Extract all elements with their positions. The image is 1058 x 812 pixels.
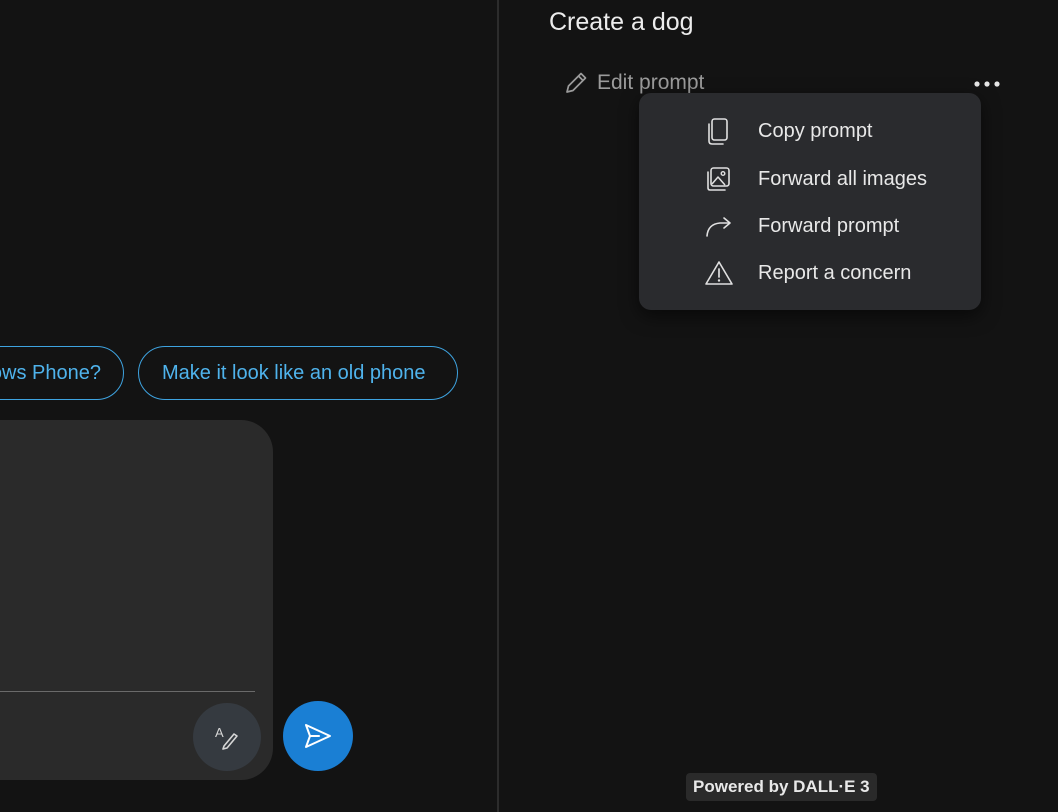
suggestion-chip[interactable]: ows Phone? <box>0 346 124 400</box>
menu-item-label: Forward all images <box>758 167 927 190</box>
menu-item-label: Copy prompt <box>758 119 873 142</box>
edit-prompt-label: Edit prompt <box>597 71 705 94</box>
send-button[interactable] <box>283 701 353 771</box>
page-title: Create a dog <box>549 8 694 36</box>
composer-divider <box>0 691 255 692</box>
image-creator-pane: Create a dog Edit prompt Copy prompt For… <box>499 0 1058 812</box>
pencil-icon <box>566 72 587 93</box>
images-icon <box>703 163 735 195</box>
chat-pane: ows Phone? Make it look like an old phon… <box>0 0 497 812</box>
suggestion-chip[interactable]: Make it look like an old phone <box>138 346 458 400</box>
text-style-icon: A <box>215 725 238 750</box>
menu-item-label: Report a concern <box>758 261 912 284</box>
warning-icon <box>703 257 735 289</box>
menu-item-forward-prompt[interactable]: Forward prompt <box>639 204 981 248</box>
copy-icon <box>703 115 735 147</box>
powered-by-badge: Powered by DALL·E 3 <box>686 773 877 801</box>
menu-item-label: Forward prompt <box>758 214 900 237</box>
menu-item-report-concern[interactable]: Report a concern <box>639 251 981 295</box>
more-options-menu: Copy prompt Forward all images Forward p… <box>639 93 981 310</box>
menu-item-copy-prompt[interactable]: Copy prompt <box>639 109 981 153</box>
more-icon <box>974 81 1000 87</box>
svg-text:A: A <box>215 725 224 740</box>
forward-arrow-icon <box>703 210 735 242</box>
menu-item-forward-all-images[interactable]: Forward all images <box>639 157 981 201</box>
app-root: ows Phone? Make it look like an old phon… <box>0 0 1058 812</box>
change-style-button[interactable]: A <box>193 703 261 771</box>
send-icon <box>305 724 331 748</box>
